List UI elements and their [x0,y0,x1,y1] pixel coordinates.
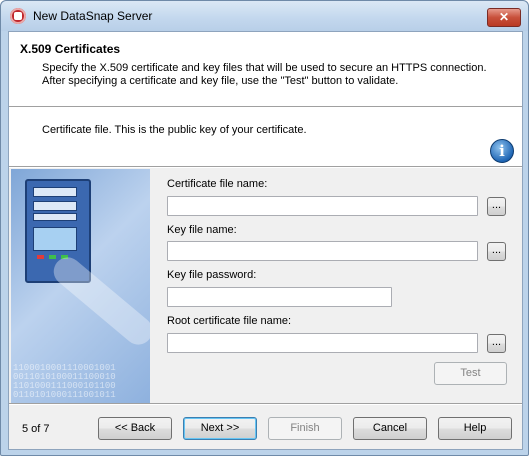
key-password-label: Key file password: [167,269,257,281]
next-button[interactable]: Next >> [183,417,257,440]
certificate-file-label: Certificate file name: [167,178,268,190]
dialog-body: X.509 Certificates Specify the X.509 cer… [8,31,523,450]
help-button[interactable]: Help [438,417,512,440]
info-divider [9,166,522,168]
description-line-2: After specifying a certificate and key f… [42,75,399,87]
app-icon [10,8,26,24]
key-password-input[interactable] [167,287,392,307]
root-certificate-label: Root certificate file name: [167,315,292,327]
server-slot [33,187,77,197]
close-button[interactable]: ✕ [487,8,521,27]
page-description: Specify the X.509 certificate and key fi… [42,62,512,88]
server-slot [33,213,77,221]
back-button[interactable]: << Back [98,417,172,440]
page-header: X.509 Certificates Specify the X.509 cer… [9,32,522,106]
page-indicator: 5 of 7 [22,423,50,435]
server-screen [33,227,77,251]
info-panel: Certificate file. This is the public key… [9,108,522,166]
info-text: Certificate file. This is the public key… [42,124,307,136]
certificate-file-input[interactable] [167,196,478,216]
server-slot [33,201,77,211]
server-led [49,255,56,259]
key-file-input[interactable] [167,241,478,261]
certificate-browse-button[interactable]: ... [487,197,506,216]
server-illustration: 1100010001110001001 0011010100011100010 … [11,169,150,404]
dialog-window: New DataSnap Server ✕ X.509 Certificates… [0,0,529,456]
root-certificate-input[interactable] [167,333,478,353]
description-line-1: Specify the X.509 certificate and key fi… [42,62,487,74]
dialog-footer: 5 of 7 << Back Next >> Finish Cancel Hel… [9,405,522,449]
key-browse-button[interactable]: ... [487,242,506,261]
finish-button[interactable]: Finish [268,417,342,440]
title-bar[interactable]: New DataSnap Server ✕ [1,1,528,31]
cancel-button[interactable]: Cancel [353,417,427,440]
page-title: X.509 Certificates [20,42,121,56]
wrench-icon [48,251,150,351]
binary-pattern: 1100010001110001001 0011010100011100010 … [13,363,116,400]
root-certificate-browse-button[interactable]: ... [487,334,506,353]
server-led [37,255,44,259]
test-button[interactable]: Test [434,362,507,385]
key-file-label: Key file name: [167,224,237,236]
info-icon[interactable]: i [490,139,514,163]
window-title: New DataSnap Server [33,9,153,23]
